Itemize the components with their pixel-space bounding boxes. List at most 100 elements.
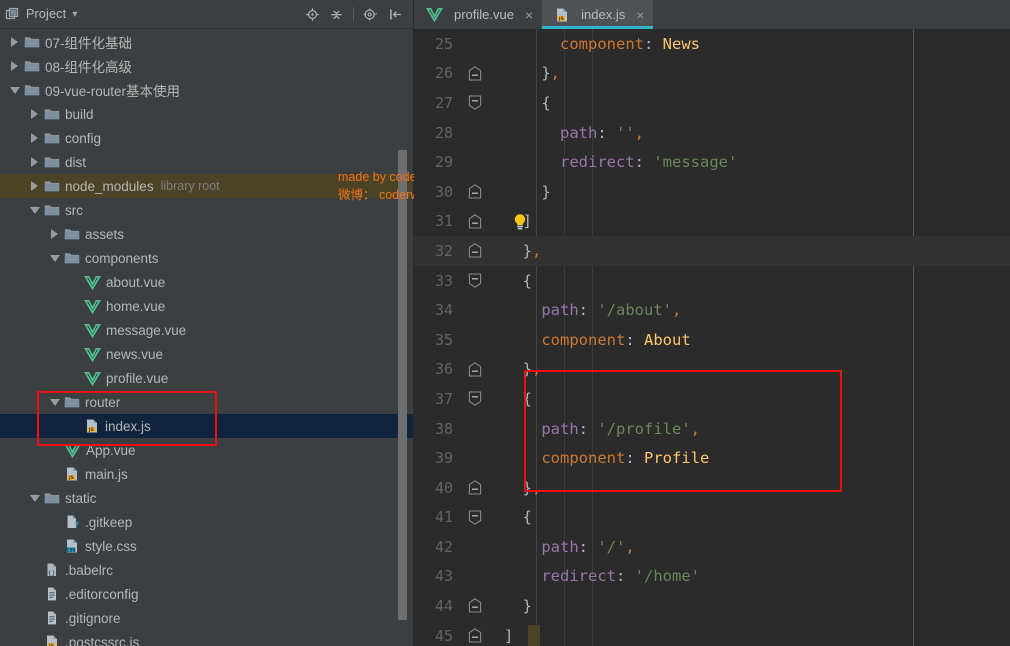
- hide-panel-icon[interactable]: [388, 7, 403, 22]
- close-icon[interactable]: ×: [525, 8, 533, 22]
- code-line[interactable]: 44 }: [414, 591, 1010, 621]
- fold-gutter-cell[interactable]: [460, 118, 498, 148]
- code-line[interactable]: 25 component: News: [414, 29, 1010, 59]
- fold-gutter-cell[interactable]: [460, 266, 498, 296]
- chevron-down-icon[interactable]: [50, 253, 61, 264]
- tree-row-home.vue[interactable]: home.vue: [0, 294, 413, 318]
- tree-row-app.vue[interactable]: App.vue: [0, 438, 413, 462]
- gear-icon[interactable]: [363, 7, 379, 22]
- fold-end-icon[interactable]: [468, 184, 482, 199]
- code-line[interactable]: 32 },: [414, 236, 1010, 266]
- tree-row-main.js[interactable]: JS main.js: [0, 462, 413, 486]
- fold-gutter-cell[interactable]: [460, 443, 498, 473]
- chevron-right-icon[interactable]: [30, 156, 41, 168]
- code-editor[interactable]: 25 component: News 26 }, 27 {28 path: '', 2…: [414, 29, 1010, 646]
- code-line[interactable]: 29 redirect: 'message': [414, 147, 1010, 177]
- tree-row-src[interactable]: src: [0, 198, 413, 222]
- fold-end-icon[interactable]: [468, 628, 482, 643]
- collapse-all-icon[interactable]: [329, 7, 344, 22]
- chevron-down-icon[interactable]: [50, 397, 61, 408]
- chevron-right-icon[interactable]: [10, 36, 21, 48]
- fold-end-icon[interactable]: [468, 213, 482, 229]
- tree-row-profile.vue[interactable]: profile.vue: [0, 366, 413, 390]
- tree-row-assets[interactable]: assets: [0, 222, 413, 246]
- tree-row-style.css[interactable]: CSS style.css: [0, 534, 413, 558]
- chevron-down-icon[interactable]: [10, 85, 21, 96]
- chevron-down-icon[interactable]: ▾: [72, 9, 77, 20]
- editor-tab-profilevue[interactable]: profile.vue ×: [414, 0, 543, 29]
- tree-row-.gitignore[interactable]: .gitignore: [0, 606, 413, 630]
- tree-row-.postcssrc.js[interactable]: JS .postcssrc.js: [0, 630, 413, 646]
- code-line[interactable]: 37 {: [414, 384, 1010, 414]
- fold-gutter-cell[interactable]: [460, 384, 498, 414]
- fold-gutter-cell[interactable]: [460, 88, 498, 118]
- fold-gutter-cell[interactable]: [460, 562, 498, 592]
- code-line[interactable]: 34 path: '/about',: [414, 295, 1010, 325]
- close-icon[interactable]: ×: [636, 8, 644, 22]
- code-line[interactable]: 42 path: '/',: [414, 532, 1010, 562]
- code-line[interactable]: 28 path: '',: [414, 118, 1010, 148]
- chevron-down-icon[interactable]: [30, 205, 41, 216]
- fold-gutter-cell[interactable]: [460, 295, 498, 325]
- fold-gutter-cell[interactable]: [460, 532, 498, 562]
- tree-row-config[interactable]: config: [0, 126, 413, 150]
- code-line[interactable]: 43 redirect: '/home': [414, 562, 1010, 592]
- fold-end-icon[interactable]: [468, 243, 482, 258]
- fold-start-icon[interactable]: [468, 391, 482, 406]
- code-line[interactable]: 39 component: Profile: [414, 443, 1010, 473]
- chevron-right-icon[interactable]: [30, 132, 41, 144]
- fold-gutter-cell[interactable]: [460, 355, 498, 385]
- intention-bulb-icon[interactable]: [512, 213, 528, 235]
- code-line[interactable]: 40 },: [414, 473, 1010, 503]
- fold-gutter-cell[interactable]: [460, 29, 498, 59]
- project-file-tree[interactable]: 07-组件化基础 08-组件化高级 09-vue-router基本使用 build co…: [0, 29, 413, 646]
- tree-row-components[interactable]: components: [0, 246, 413, 270]
- fold-end-icon[interactable]: [468, 480, 482, 495]
- fold-gutter-cell[interactable]: [460, 177, 498, 207]
- fold-end-icon[interactable]: [468, 65, 482, 81]
- fold-end-icon[interactable]: [468, 598, 482, 613]
- code-line[interactable]: 36 },: [414, 355, 1010, 385]
- tree-row-router[interactable]: router: [0, 390, 413, 414]
- code-line[interactable]: 31 ]: [414, 207, 1010, 237]
- code-line[interactable]: 38 path: '/profile',: [414, 414, 1010, 444]
- fold-gutter-cell[interactable]: [460, 236, 498, 266]
- chevron-right-icon[interactable]: [30, 180, 41, 192]
- tree-row-node_modules[interactable]: node_modules library root: [0, 174, 413, 198]
- fold-gutter-cell[interactable]: [460, 207, 498, 237]
- fold-gutter-cell[interactable]: [460, 591, 498, 621]
- fold-gutter-cell[interactable]: [460, 621, 498, 646]
- code-line[interactable]: 27 {: [414, 88, 1010, 118]
- locate-icon[interactable]: [305, 7, 320, 22]
- fold-gutter-cell[interactable]: [460, 59, 498, 89]
- tree-row-about.vue[interactable]: about.vue: [0, 270, 413, 294]
- code-line[interactable]: 35 component: About: [414, 325, 1010, 355]
- code-line[interactable]: 41 {: [414, 503, 1010, 533]
- code-line[interactable]: 33 {: [414, 266, 1010, 296]
- fold-gutter-cell[interactable]: [460, 414, 498, 444]
- code-line[interactable]: 45]: [414, 621, 1010, 646]
- fold-start-icon[interactable]: [468, 95, 482, 111]
- chevron-right-icon[interactable]: [10, 60, 21, 72]
- tree-row-.babelrc[interactable]: {} .babelrc: [0, 558, 413, 582]
- fold-gutter-cell[interactable]: [460, 473, 498, 503]
- tree-row-.editorconfig[interactable]: .editorconfig: [0, 582, 413, 606]
- tree-row-.gitkeep[interactable]: ? .gitkeep: [0, 510, 413, 534]
- tree-row-dist[interactable]: dist: [0, 150, 413, 174]
- tree-row-08-[interactable]: 08-组件化高级: [0, 54, 413, 78]
- tree-row-message.vue[interactable]: message.vue: [0, 318, 413, 342]
- chevron-down-icon[interactable]: [30, 493, 41, 504]
- fold-end-icon[interactable]: [468, 361, 482, 377]
- code-line[interactable]: 26 },: [414, 59, 1010, 89]
- chevron-right-icon[interactable]: [30, 108, 41, 120]
- editor-tab-indexjs[interactable]: JS index.js ×: [542, 0, 654, 29]
- fold-start-icon[interactable]: [468, 273, 482, 288]
- tree-row-news.vue[interactable]: news.vue: [0, 342, 413, 366]
- project-panel-title-group[interactable]: Project ▾: [5, 7, 78, 22]
- tree-row-index.js[interactable]: JS index.js: [0, 414, 413, 438]
- fold-gutter-cell[interactable]: [460, 147, 498, 177]
- fold-gutter-cell[interactable]: [460, 503, 498, 533]
- chevron-right-icon[interactable]: [50, 228, 61, 240]
- fold-gutter-cell[interactable]: [460, 325, 498, 355]
- code-line[interactable]: 30 }: [414, 177, 1010, 207]
